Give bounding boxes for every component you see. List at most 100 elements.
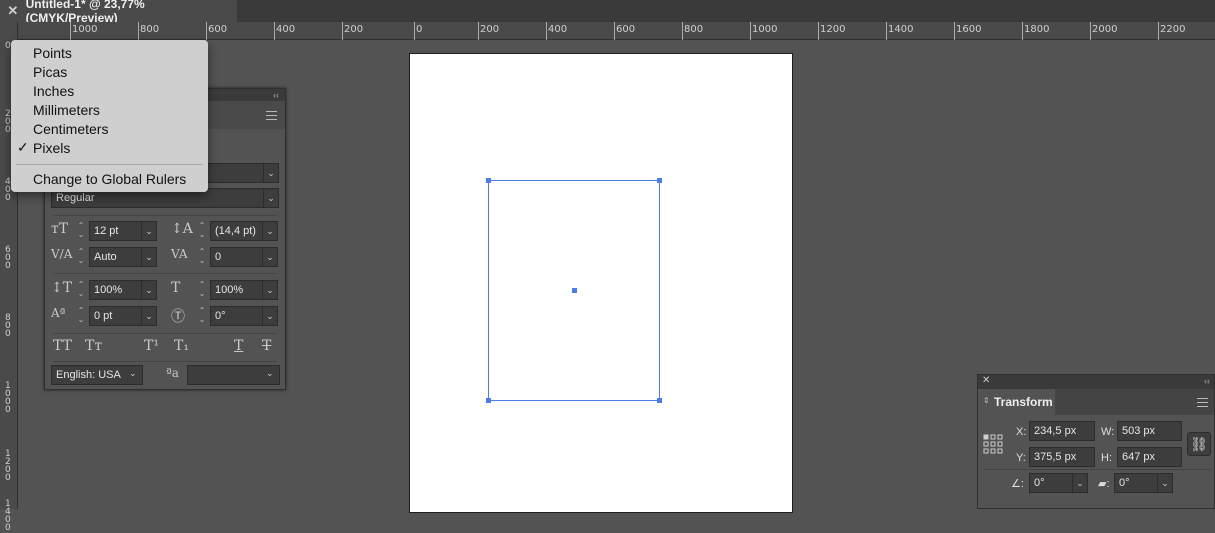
collapse-icon[interactable]: ‹‹	[1204, 376, 1210, 386]
tab-expand-icon[interactable]: ⇕	[983, 396, 990, 405]
underline-button[interactable]: T	[234, 338, 243, 354]
checkmark-icon: ✓	[17, 139, 29, 155]
ruler-label: 800	[140, 24, 160, 35]
height-field[interactable]: 647 px	[1117, 447, 1182, 467]
baseline-shift-icon: Aª	[51, 306, 66, 320]
ruler-label: 600	[208, 24, 228, 35]
ruler-label: 2200	[1160, 24, 1186, 35]
ruler-tick	[750, 22, 751, 40]
vertical-scale-dropdown[interactable]: ⌄	[141, 280, 157, 300]
ruler-label: 1600	[956, 24, 982, 35]
shear-field[interactable]: 0°	[1114, 473, 1162, 493]
font-size-dropdown[interactable]: ⌄	[141, 221, 157, 241]
ruler-tick	[682, 22, 683, 40]
leading-field[interactable]: (14,4 pt)	[210, 221, 264, 241]
shear-icon: ▰:	[1098, 478, 1110, 490]
vertical-scale-stepper[interactable]: ⌃ ⌄	[76, 280, 86, 300]
font-family-dropdown[interactable]: ⌄	[263, 163, 279, 183]
ruler-label: 2000	[1092, 24, 1118, 35]
horizontal-scale-stepper[interactable]: ⌃ ⌄	[197, 280, 207, 300]
selection-center-point[interactable]	[572, 288, 577, 293]
font-size-field[interactable]: 12 pt	[89, 221, 143, 241]
x-field[interactable]: 234,5 px	[1029, 421, 1095, 441]
ruler-tick	[886, 22, 887, 40]
kerning-stepper[interactable]: ⌃ ⌄	[76, 247, 86, 267]
menu-item-pixels[interactable]: Pixels	[33, 140, 70, 156]
menu-item-millimeters[interactable]: Millimeters	[33, 102, 100, 118]
close-icon[interactable]: ✕	[0, 3, 26, 19]
ruler-label: 600	[5, 245, 11, 271]
selection-handle[interactable]	[657, 178, 662, 183]
ruler-label: 1200	[5, 449, 11, 483]
tracking-stepper[interactable]: ⌃ ⌄	[197, 247, 207, 267]
ruler-tick	[818, 22, 819, 40]
rotate-dropdown[interactable]: ⌄	[1072, 473, 1088, 493]
font-size-stepper[interactable]: ⌃ ⌄	[76, 221, 86, 241]
ruler-tick	[1090, 22, 1091, 40]
x-label: X:	[1016, 426, 1027, 438]
tracking-dropdown[interactable]: ⌄	[262, 247, 278, 267]
ruler-label: 200	[480, 24, 500, 35]
vertical-scale-icon: ↕T	[51, 280, 73, 296]
close-icon[interactable]: ✕	[982, 375, 990, 386]
selection-handle[interactable]	[657, 398, 662, 403]
y-field[interactable]: 375,5 px	[1029, 447, 1095, 467]
small-caps-button[interactable]: Tт	[85, 338, 102, 354]
horizontal-scale-icon: T	[171, 280, 181, 296]
rotate-field[interactable]: 0°	[1029, 473, 1077, 493]
aa-icon: ªa	[166, 366, 179, 380]
ruler-label: 1200	[820, 24, 846, 35]
ruler-tick	[70, 22, 71, 40]
h-label: H:	[1101, 452, 1112, 464]
ruler-label: 1000	[72, 24, 98, 35]
kerning-field[interactable]: Auto	[89, 247, 143, 267]
superscript-button[interactable]: T¹	[144, 338, 159, 354]
leading-dropdown[interactable]: ⌄	[262, 221, 278, 241]
baseline-shift-field[interactable]: 0 pt	[89, 306, 143, 326]
w-label: W:	[1101, 426, 1115, 438]
horizontal-ruler[interactable]: 1000 800 600 400 200 0 200 400 600 800 1000 1200 140…	[18, 22, 1215, 40]
horizontal-scale-dropdown[interactable]: ⌄	[262, 280, 278, 300]
menu-item-points[interactable]: Points	[33, 45, 72, 61]
constrain-proportions-icon[interactable]: ⛓	[1187, 432, 1211, 456]
document-tab[interactable]: ✕ Untitled-1* @ 23,77% (CMYK/Preview)	[0, 0, 237, 25]
chevron-down-icon: ⌄	[266, 368, 274, 378]
menu-item-centimeters[interactable]: Centimeters	[33, 121, 108, 137]
ruler-label: 1400	[5, 499, 11, 533]
menu-item-picas[interactable]: Picas	[33, 64, 67, 80]
leading-stepper[interactable]: ⌃ ⌄	[197, 221, 207, 241]
ruler-label: 600	[616, 24, 636, 35]
menu-item-global-rulers[interactable]: Change to Global Rulers	[33, 171, 186, 187]
ruler-tick	[954, 22, 955, 40]
selection-handle[interactable]	[486, 398, 491, 403]
character-rotation-dropdown[interactable]: ⌄	[262, 306, 278, 326]
kerning-dropdown[interactable]: ⌄	[141, 247, 157, 267]
collapse-icon[interactable]: ‹‹	[273, 90, 279, 100]
reference-point-icon[interactable]	[983, 434, 1003, 454]
width-field[interactable]: 503 px	[1117, 421, 1182, 441]
all-caps-button[interactable]: TT	[53, 338, 72, 354]
selection-handle[interactable]	[486, 178, 491, 183]
font-style-dropdown[interactable]: ⌄	[263, 188, 279, 208]
tracking-field[interactable]: 0	[210, 247, 264, 267]
leading-icon: ↕A	[171, 221, 193, 237]
menu-item-inches[interactable]: Inches	[33, 83, 74, 99]
character-rotation-field[interactable]: 0°	[210, 306, 264, 326]
strikethrough-button[interactable]: T	[262, 338, 271, 354]
ruler-tick	[614, 22, 615, 40]
horizontal-scale-field[interactable]: 100%	[210, 280, 264, 300]
panel-menu-icon[interactable]	[266, 111, 277, 120]
ruler-tick	[1022, 22, 1023, 40]
baseline-shift-dropdown[interactable]: ⌄	[141, 306, 157, 326]
character-rotation-stepper[interactable]: ⌃ ⌄	[197, 306, 207, 326]
tracking-icon: VA	[171, 247, 188, 261]
panel-menu-icon[interactable]	[1197, 398, 1208, 407]
shear-dropdown[interactable]: ⌄	[1157, 473, 1173, 493]
ruler-label: 0	[416, 24, 423, 35]
vertical-scale-field[interactable]: 100%	[89, 280, 143, 300]
tab-transform-label: Transform	[994, 395, 1053, 409]
ruler-tick	[206, 22, 207, 40]
subscript-button[interactable]: T₁	[174, 338, 189, 354]
character-rotation-icon: Ⓣ	[171, 309, 185, 325]
baseline-shift-stepper[interactable]: ⌃ ⌄	[76, 306, 86, 326]
